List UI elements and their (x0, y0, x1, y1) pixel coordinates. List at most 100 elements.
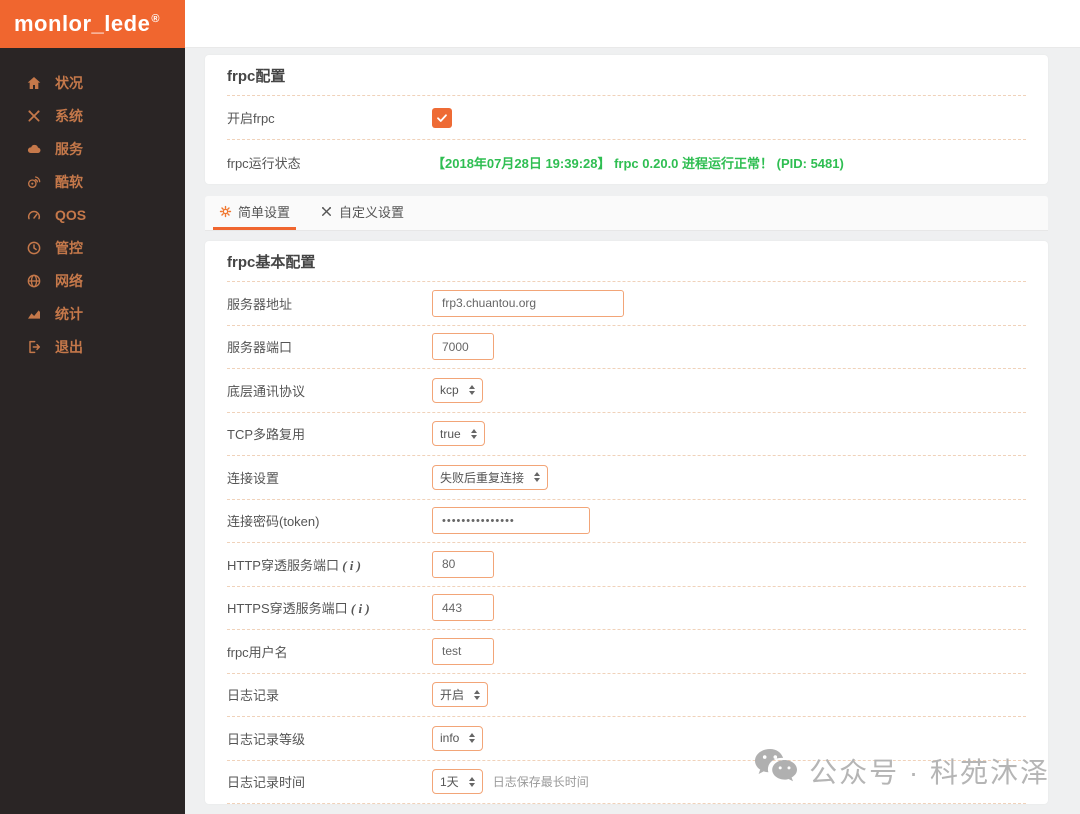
form-row: 开启frpc (227, 96, 1026, 140)
sidebar-item-label: 退出 (55, 338, 83, 355)
form-row: 日志记录时间 1天 日志保存最长时间 (227, 761, 1026, 804)
sidebar-item-kusoft[interactable]: 酷软 (0, 165, 185, 198)
form-row: 日志记录等级 info (227, 717, 1026, 761)
cloud-icon (25, 140, 42, 157)
field-label: 日志记录等级 (227, 731, 306, 747)
sidebar-item-label: 状况 (55, 74, 83, 91)
select-field[interactable]: 1天 (432, 769, 483, 795)
text-input[interactable] (432, 550, 494, 578)
sidebar-item-label: 系统 (55, 107, 83, 124)
form-row: TCP多路复用 true (227, 413, 1026, 456)
field-label: frpc用户名 (227, 644, 288, 660)
field-label: 连接设置 (227, 470, 280, 486)
sidebar-item-label: 统计 (55, 305, 83, 322)
sidebar-item-label: 酷软 (55, 173, 83, 190)
select-value: 1天 (440, 775, 459, 790)
field-hint: 日志保存最长时间 (492, 775, 589, 790)
select-value: kcp (440, 383, 459, 398)
frpc-config-card: frpc配置 开启frpc frpc运行状态 【2018年07月28日 19:39:… (205, 55, 1048, 184)
sidebar-item-control[interactable]: 管控 (0, 231, 185, 264)
select-field[interactable]: 开启 (432, 682, 489, 708)
tab-bar: 简单设置 自定义设置 (205, 196, 1048, 231)
gear-icon (219, 205, 232, 218)
tools-icon (25, 107, 42, 124)
field-label: 日志记录 (227, 688, 280, 704)
tab-simple[interactable]: 简单设置 (213, 196, 297, 230)
field-label: 服务器地址 (227, 296, 293, 312)
select-stepper-icon (470, 428, 477, 439)
field-label: 开启frpc (227, 111, 275, 126)
info-icon[interactable]: ( i ) (348, 601, 370, 616)
select-stepper-icon (469, 733, 476, 744)
enable-frpc-checkbox[interactable] (432, 107, 452, 128)
frpc-config-title: frpc配置 (227, 55, 1026, 96)
form-row: frpc运行状态 【2018年07月28日 19:39:28】 frpc 0.20… (227, 140, 1026, 184)
select-stepper-icon (474, 689, 481, 700)
select-field[interactable]: 失败后重复连接 (432, 464, 549, 490)
main-content: frpc配置 开启frpc frpc运行状态 【2018年07月28日 19:39:… (185, 48, 1080, 814)
frpc-basic-config-title: frpc基本配置 (227, 241, 1026, 282)
select-field[interactable]: true (432, 421, 485, 447)
select-value: info (440, 731, 460, 746)
form-row: 底层通讯协议 kcp (227, 369, 1026, 413)
text-input[interactable] (432, 333, 494, 361)
form-row: HTTPS穿透服务端口 ( i ) (227, 587, 1026, 630)
info-icon[interactable]: ( i ) (339, 558, 361, 573)
globe-icon (25, 272, 42, 289)
text-input[interactable] (432, 637, 494, 665)
field-label: TCP多路复用 (227, 427, 306, 443)
form-row: HTTP穿透服务端口 ( i ) (227, 543, 1026, 587)
sidebar: 状况系统服务酷软 QOS 管控网络统计退出 (0, 48, 185, 814)
field-label: HTTPS穿透服务端口 ( i ) (227, 601, 370, 617)
password-input[interactable] (432, 507, 590, 535)
sidebar-item-system[interactable]: 系统 (0, 99, 185, 132)
form-row: frpc用户名 (227, 630, 1026, 674)
app-logo[interactable]: monlor_lede ® (0, 0, 185, 48)
select-value: true (440, 426, 461, 441)
form-row: 连接密码(token) (227, 500, 1026, 543)
form-row: 服务器地址 (227, 282, 1026, 326)
registered-mark: ® (151, 13, 160, 25)
sidebar-item-network[interactable]: 网络 (0, 264, 185, 297)
text-input[interactable] (432, 594, 494, 622)
sidebar-item-label: 管控 (55, 239, 83, 256)
field-label: 连接密码(token) (227, 514, 320, 530)
chart-icon (25, 305, 42, 322)
form-row: 日志记录 开启 (227, 674, 1026, 717)
tab-custom[interactable]: 自定义设置 (314, 196, 410, 230)
select-stepper-icon (468, 385, 475, 396)
sidebar-item-services[interactable]: 服务 (0, 132, 185, 165)
select-value: 失败后重复连接 (440, 470, 525, 485)
field-label: 日志记录时间 (227, 775, 306, 791)
text-input[interactable] (432, 289, 624, 317)
select-stepper-icon (468, 776, 475, 787)
logo-text: monlor_lede (14, 11, 151, 36)
sidebar-item-label: 服务 (55, 140, 83, 157)
clock-icon (25, 239, 42, 256)
weibo-icon (25, 173, 42, 190)
form-row: 服务器端口 (227, 326, 1026, 369)
select-field[interactable]: kcp (432, 377, 483, 403)
select-field[interactable]: info (432, 725, 484, 751)
tab-label: 简单设置 (238, 205, 291, 220)
form-row: 连接设置 失败后重复连接 (227, 456, 1026, 500)
home-icon (25, 74, 42, 91)
gauge-icon (25, 206, 42, 223)
sidebar-item-qos[interactable]: QOS (0, 198, 185, 231)
field-label: HTTP穿透服务端口 ( i ) (227, 557, 361, 573)
field-label: 服务器端口 (227, 340, 293, 356)
sidebar-item-logout[interactable]: 退出 (0, 330, 185, 363)
top-bar (185, 0, 1080, 48)
logout-icon (25, 338, 42, 355)
sidebar-item-status[interactable]: 状况 (0, 66, 185, 99)
frpc-basic-config-card: frpc基本配置 服务器地址服务器端口底层通讯协议 kcp TCP多路复用 true 连… (205, 241, 1048, 804)
select-stepper-icon (534, 472, 541, 483)
frpc-status-text: 【2018年07月28日 19:39:28】 frpc 0.20.0 进程运行正… (432, 155, 844, 171)
select-value: 开启 (440, 688, 465, 703)
sidebar-item-stats[interactable]: 统计 (0, 297, 185, 330)
tab-label: 自定义设置 (339, 205, 405, 220)
field-label: frpc运行状态 (227, 155, 301, 171)
sidebar-item-label: QOS (55, 206, 87, 223)
sidebar-item-label: 网络 (55, 272, 83, 289)
field-label: 底层通讯协议 (227, 383, 306, 399)
